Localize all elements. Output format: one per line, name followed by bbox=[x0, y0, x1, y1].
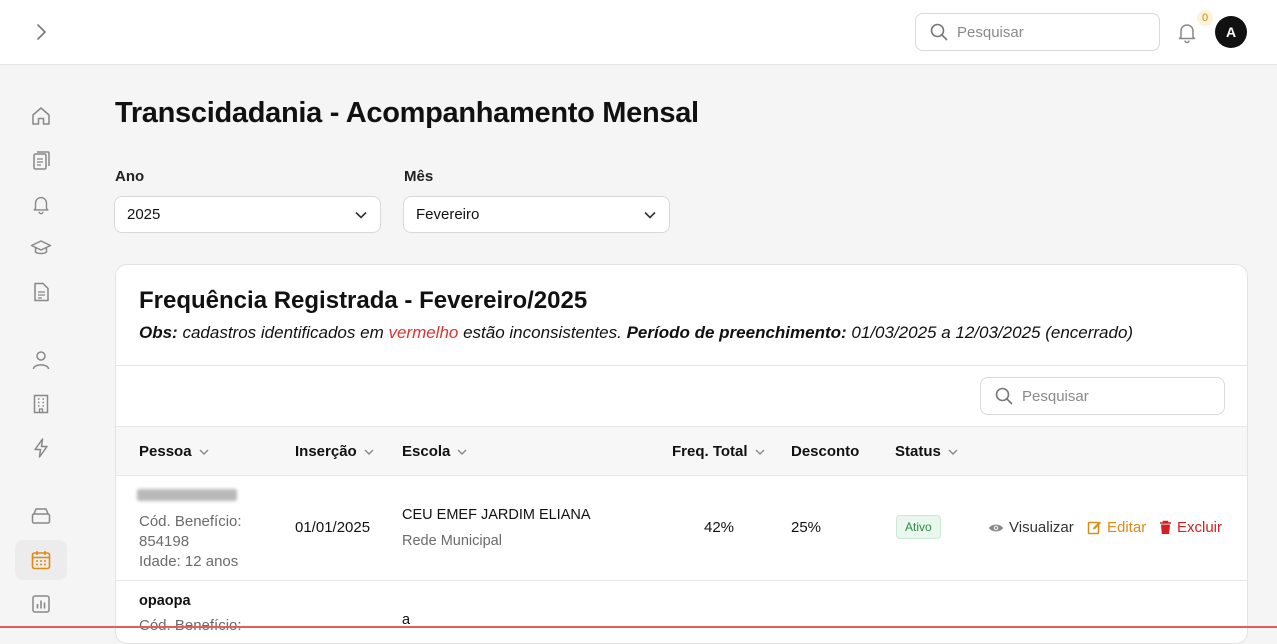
notifications-button[interactable] bbox=[1175, 20, 1199, 44]
column-header-label: Desconto bbox=[791, 443, 860, 460]
month-select[interactable]: Fevereiro bbox=[403, 196, 670, 233]
sidebar-item-notifications[interactable] bbox=[15, 184, 67, 224]
sidebar-toggle-button[interactable] bbox=[30, 20, 52, 44]
notification-count-badge: 0 bbox=[1197, 10, 1213, 26]
column-header-status[interactable]: Status bbox=[895, 443, 959, 460]
view-button[interactable]: Visualizar bbox=[988, 519, 1074, 536]
sidebar-item-users[interactable] bbox=[15, 340, 67, 380]
obs-text-1: cadastros identificados em bbox=[177, 323, 389, 342]
period-label: Período de preenchimento: bbox=[626, 323, 847, 342]
search-placeholder: Pesquisar bbox=[1022, 387, 1089, 405]
sidebar-item-buildings[interactable] bbox=[15, 384, 67, 424]
page-title: Transcidadania - Acompanhamento Mensal bbox=[115, 97, 699, 129]
obs-label: Obs: bbox=[139, 323, 178, 342]
chevron-right-icon bbox=[37, 24, 46, 40]
freq-total-value: 42% bbox=[704, 519, 735, 536]
person-name: opaopa bbox=[139, 593, 191, 609]
edit-button[interactable]: Editar bbox=[1087, 519, 1146, 536]
calendar-icon bbox=[31, 551, 51, 570]
school-name: CEU EMEF JARDIM ELIANA bbox=[402, 507, 591, 523]
search-icon bbox=[995, 387, 1013, 405]
global-search-input[interactable]: Pesquisar bbox=[915, 13, 1160, 51]
bar-chart-icon bbox=[32, 595, 50, 613]
top-bar: Pesquisar 0 A bbox=[0, 0, 1277, 65]
row-divider bbox=[116, 580, 1247, 581]
column-header-pessoa[interactable]: Pessoa bbox=[139, 443, 210, 460]
beneficio-code: 854198 bbox=[139, 533, 190, 550]
lightning-icon bbox=[34, 438, 48, 458]
graduation-cap-icon bbox=[30, 240, 52, 255]
edit-label: Editar bbox=[1107, 519, 1147, 536]
obs-red-word: vermelho bbox=[388, 323, 459, 342]
sidebar-item-actions[interactable] bbox=[15, 428, 67, 468]
sort-chevron-icon bbox=[755, 449, 765, 455]
month-select-value: Fevereiro bbox=[416, 206, 480, 223]
sort-chevron-icon bbox=[199, 449, 209, 455]
edit-icon bbox=[1087, 521, 1101, 535]
desconto-value: 25% bbox=[791, 519, 822, 536]
building-icon bbox=[33, 394, 49, 414]
column-header-escola[interactable]: Escola bbox=[402, 443, 468, 460]
sidebar-item-home[interactable] bbox=[15, 96, 67, 136]
document-icon bbox=[34, 282, 49, 302]
view-label: Visualizar bbox=[1009, 519, 1074, 536]
sort-chevron-icon bbox=[457, 449, 467, 455]
card-divider bbox=[116, 365, 1247, 366]
year-select-value: 2025 bbox=[127, 206, 161, 223]
school-network: Rede Municipal bbox=[402, 533, 502, 549]
status-badge: Ativo bbox=[896, 515, 941, 539]
bell-icon bbox=[33, 196, 49, 215]
year-select[interactable]: 2025 bbox=[114, 196, 381, 233]
column-header-desconto: Desconto bbox=[791, 443, 859, 460]
column-header-label: Inserção bbox=[295, 443, 357, 460]
period-text: 01/03/2025 a 12/03/2025 (encerrado) bbox=[846, 323, 1134, 342]
table-header: Pessoa Inserção Escola Freq. Total Desco… bbox=[116, 426, 1247, 476]
table-search-input[interactable]: Pesquisar bbox=[980, 377, 1225, 415]
card-title: Frequência Registrada - Fevereiro/2025 bbox=[139, 287, 588, 314]
sort-chevron-icon bbox=[948, 449, 958, 455]
obs-text-2: estão inconsistentes. bbox=[458, 323, 627, 342]
home-icon bbox=[32, 107, 50, 125]
archive-icon bbox=[31, 508, 51, 524]
eye-icon bbox=[989, 524, 1003, 531]
column-header-freq-total[interactable]: Freq. Total bbox=[672, 443, 766, 460]
user-icon bbox=[32, 351, 50, 370]
insercao-date: 01/01/2025 bbox=[295, 519, 371, 536]
bell-icon bbox=[1178, 24, 1196, 44]
observation-text: Obs: cadastros identificados em vermelho… bbox=[139, 323, 1133, 343]
chevron-down-icon bbox=[355, 211, 367, 219]
sidebar bbox=[0, 65, 82, 628]
delete-button[interactable]: Excluir bbox=[1159, 519, 1222, 536]
chevron-down-icon bbox=[644, 211, 656, 219]
trash-icon bbox=[1160, 520, 1171, 534]
clipboard-icon bbox=[33, 151, 50, 170]
redacted-name bbox=[137, 489, 237, 501]
delete-label: Excluir bbox=[1177, 519, 1223, 536]
column-header-label: Status bbox=[895, 443, 941, 460]
user-avatar[interactable]: A bbox=[1215, 16, 1247, 48]
sidebar-item-documents[interactable] bbox=[15, 272, 67, 312]
sidebar-item-archive[interactable] bbox=[15, 496, 67, 536]
sort-chevron-icon bbox=[364, 449, 374, 455]
column-header-label: Escola bbox=[402, 443, 451, 460]
frequency-card: Frequência Registrada - Fevereiro/2025 O… bbox=[115, 264, 1248, 644]
column-header-insercao[interactable]: Inserção bbox=[295, 443, 375, 460]
year-label: Ano bbox=[115, 168, 145, 185]
column-header-label: Freq. Total bbox=[672, 443, 748, 460]
sidebar-item-calendar[interactable] bbox=[15, 540, 67, 580]
sidebar-item-education[interactable] bbox=[15, 228, 67, 268]
month-label: Mês bbox=[404, 168, 434, 185]
sidebar-item-reports[interactable] bbox=[15, 584, 67, 624]
search-placeholder: Pesquisar bbox=[957, 23, 1024, 41]
person-age: Idade: 12 anos bbox=[139, 553, 239, 570]
column-header-label: Pessoa bbox=[139, 443, 192, 460]
sidebar-item-clipboard[interactable] bbox=[15, 140, 67, 180]
search-icon bbox=[930, 23, 948, 41]
beneficio-label: Cód. Benefício: bbox=[139, 513, 242, 530]
